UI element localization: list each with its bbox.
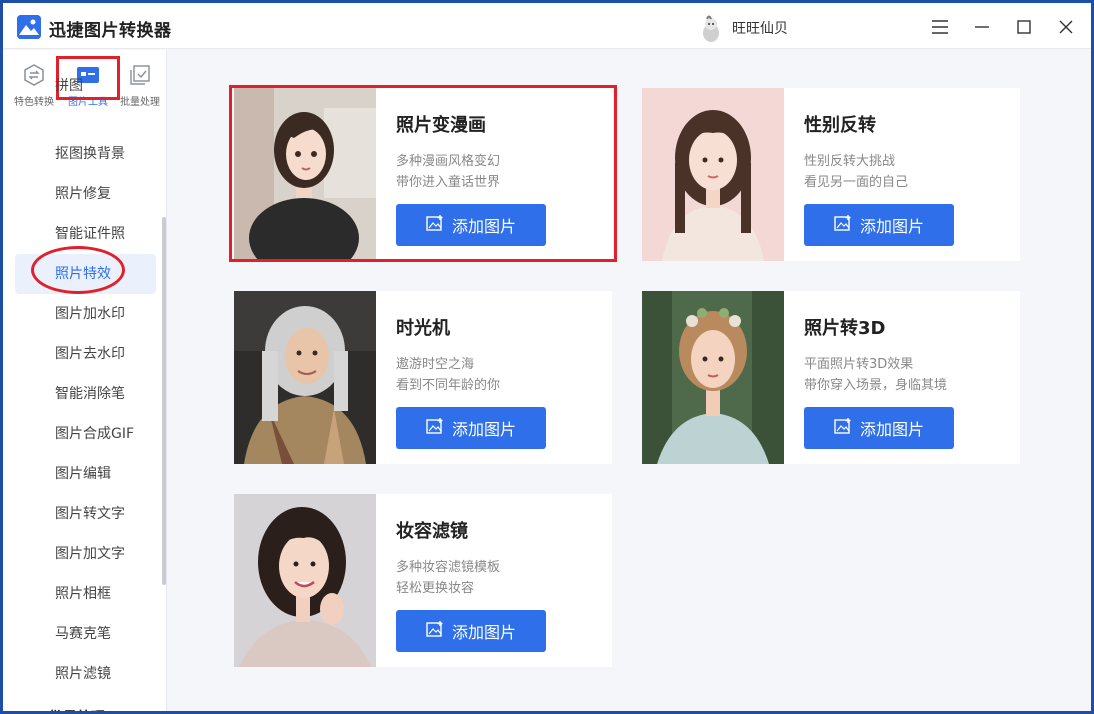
card-desc-line2: 看见另一面的自己 — [804, 175, 909, 190]
add-image-button[interactable]: 添加图片 — [804, 204, 954, 246]
sidebar-item-image-to-text[interactable]: 图片转文字 — [15, 494, 156, 534]
sidebar-item-remove-watermark[interactable]: 图片去水印 — [15, 334, 156, 374]
title-bar: 迅捷图片转换器 旺旺仙贝 — [3, 3, 1091, 49]
user-name[interactable]: 旺旺仙贝 — [732, 18, 788, 38]
sidebar-item-add-watermark[interactable]: 图片加水印 — [15, 294, 156, 334]
add-image-icon — [426, 418, 444, 438]
card-title: 性别反转 — [804, 115, 876, 136]
user-avatar[interactable] — [699, 15, 723, 43]
sidebar: 特色转换 图片工具 批量处理 拼图 抠图换背景 照片修复 智能证件照 照片特效 … — [3, 50, 167, 711]
card-makeup-filter: 妆容滤镜 多种妆容滤镜模板 轻松更换妆容 添加图片 — [234, 494, 612, 667]
app-logo-icon — [17, 15, 41, 39]
add-image-icon — [426, 621, 444, 641]
card-title: 照片转3D — [804, 318, 886, 339]
makeup-thumbnail — [234, 494, 376, 667]
card-highlight-annotation — [229, 85, 617, 262]
card-desc-line2: 轻松更换妆容 — [396, 581, 475, 596]
active-item-annotation — [31, 246, 125, 294]
sidebar-scrollbar[interactable] — [162, 217, 166, 585]
sidebar-item-gif[interactable]: 图片合成GIF — [15, 414, 156, 454]
sidebar-item-photo-filter[interactable]: 照片滤镜 — [15, 654, 156, 694]
photo-3d-thumbnail — [642, 291, 784, 464]
card-title: 妆容滤镜 — [396, 521, 468, 542]
add-image-button[interactable]: 添加图片 — [396, 407, 546, 449]
card-desc-line1: 多种妆容滤镜模板 — [396, 560, 501, 575]
sidebar-item-add-text[interactable]: 图片加文字 — [15, 534, 156, 574]
maximize-icon[interactable] — [1010, 13, 1038, 41]
sidebar-item-photo-repair[interactable]: 照片修复 — [15, 174, 156, 214]
sidebar-item-mosaic[interactable]: 马赛克笔 — [15, 614, 156, 654]
close-icon[interactable] — [1052, 13, 1080, 41]
app-title: 迅捷图片转换器 — [49, 21, 172, 41]
card-desc-line1: 性别反转大挑战 — [804, 154, 896, 169]
sidebar-item-eraser[interactable]: 智能消除笔 — [15, 374, 156, 414]
card-desc-line1: 平面照片转3D效果 — [804, 357, 914, 372]
card-photo-to-3d: 照片转3D 平面照片转3D效果 带你穿入场景，身临其境 添加图片 — [642, 291, 1020, 464]
add-image-icon — [834, 418, 852, 438]
sidebar-item-cutout[interactable]: 抠图换背景 — [15, 134, 156, 174]
sidebar-section-batch[interactable]: 批量处理 — [15, 698, 156, 711]
sidebar-item-photo-frame[interactable]: 照片相框 — [15, 574, 156, 614]
minimize-icon[interactable] — [968, 13, 996, 41]
app-window: 迅捷图片转换器 旺旺仙贝 特色转换 图片工具 批量处理 拼图 抠图换背景 照片修… — [3, 3, 1091, 711]
gender-swap-thumbnail — [642, 88, 784, 261]
card-time-machine: 时光机 遨游时空之海 看到不同年龄的你 添加图片 — [234, 291, 612, 464]
sidebar-item-puzzle[interactable]: 拼图 — [15, 66, 156, 106]
card-gender-swap: 性别反转 性别反转大挑战 看见另一面的自己 添加图片 — [642, 88, 1020, 261]
card-desc-line2: 看到不同年龄的你 — [396, 378, 501, 393]
add-image-button[interactable]: 添加图片 — [804, 407, 954, 449]
menu-icon[interactable] — [926, 13, 954, 41]
card-desc-line2: 带你穿入场景，身临其境 — [804, 378, 948, 393]
sidebar-item-image-edit[interactable]: 图片编辑 — [15, 454, 156, 494]
time-machine-thumbnail — [234, 291, 376, 464]
card-desc-line1: 遨游时空之海 — [396, 357, 475, 372]
card-title: 时光机 — [396, 318, 450, 339]
add-image-button[interactable]: 添加图片 — [396, 610, 546, 652]
add-image-icon — [834, 215, 852, 235]
